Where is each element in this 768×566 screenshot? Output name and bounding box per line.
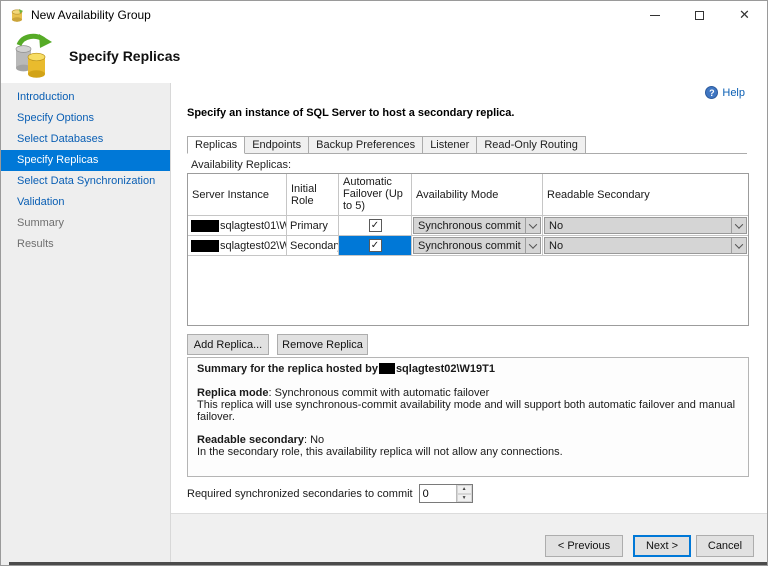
previous-button[interactable]: < Previous [545,535,623,557]
column-header-automatic-failover: Automatic Failover (Up to 5) [339,174,412,216]
replica-row-1: sqlagtest01\W19T1 Primary ✓ Synchronous … [188,216,748,236]
tab-strip: Replicas Endpoints Backup Preferences Li… [187,136,747,154]
next-button[interactable]: Next > [633,535,691,557]
replica-row-2: sqlagtest02\W19T1 Secondary ✓ Synchronou… [188,236,748,256]
maximize-icon [695,11,704,20]
wizard-footer: < Previous Next > Cancel [171,513,767,565]
initial-role-cell: Secondary [287,236,339,256]
automatic-failover-checkbox[interactable]: ✓ [369,219,382,232]
tab-read-only-routing[interactable]: Read-Only Routing [476,136,586,153]
redaction-box [191,220,219,232]
help-label: Help [722,87,745,99]
quorum-row: Required synchronized secondaries to com… [187,484,473,503]
chevron-down-icon[interactable] [525,218,540,233]
spin-up-button[interactable]: ▲ [457,485,472,494]
chevron-down-icon[interactable] [731,238,746,253]
close-button[interactable]: ✕ [722,1,767,29]
remove-replica-button[interactable]: Remove Replica [277,334,368,355]
wizard-steps-sidebar: Introduction Specify Options Select Data… [1,83,171,565]
server-instance-value: sqlagtest01\W19T1 [220,220,287,232]
server-instance-cell[interactable]: sqlagtest02\W19T1 [188,236,287,256]
column-header-availability-mode: Availability Mode [412,174,543,216]
cancel-button[interactable]: Cancel [696,535,754,557]
window-title: New Availability Group [31,8,151,22]
tab-listener[interactable]: Listener [422,136,477,153]
availability-mode-value: Synchronous commit [414,220,525,232]
help-link[interactable]: ? Help [705,86,745,99]
readable-secondary-label: Readable secondary [197,434,304,446]
page-title: Specify Replicas [69,48,180,64]
screen-edge-strip [9,562,767,565]
instruction-text: Specify an instance of SQL Server to hos… [187,107,514,119]
column-header-initial-role: Initial Role [287,174,339,216]
redaction-box [379,363,395,374]
help-icon: ? [705,86,718,99]
readable-secondary-value: No [545,220,731,232]
server-instance-value: sqlagtest02\W19T1 [220,240,287,252]
tab-endpoints[interactable]: Endpoints [244,136,309,153]
sidebar-item-introduction[interactable]: Introduction [1,87,170,108]
column-header-server-instance: Server Instance [188,174,287,216]
availability-replicas-grid: Server Instance Initial Role Automatic F… [187,173,749,326]
minimize-button[interactable] [632,1,677,29]
automatic-failover-cell[interactable]: ✓ [339,216,412,236]
readable-secondary-cell: No [543,236,748,256]
initial-role-cell: Primary [287,216,339,236]
automatic-failover-cell-selected[interactable]: ✓ [339,236,412,256]
wizard-header: Specify Replicas [1,29,767,83]
server-instance-cell[interactable]: sqlagtest01\W19T1 [188,216,287,236]
add-replica-button[interactable]: Add Replica... [187,334,269,355]
main-content: ? Help Specify an instance of SQL Server… [171,83,767,513]
replica-mode-label: Replica mode [197,387,269,399]
replica-summary-box: Summary for the replica hosted by sqlagte… [187,357,749,477]
sidebar-item-results: Results [1,234,170,255]
window-controls: ✕ [632,1,767,29]
sidebar-item-select-databases[interactable]: Select Databases [1,129,170,150]
readable-secondary-value: No [545,240,731,252]
summary-title: Summary for the replica hosted by sqlagte… [197,363,739,375]
sidebar-item-specify-options[interactable]: Specify Options [1,108,170,129]
title-bar: New Availability Group ✕ [1,1,767,29]
availability-mode-cell: Synchronous commit [412,216,543,236]
quorum-spinner: ▲ ▼ [419,484,473,503]
sidebar-item-validation[interactable]: Validation [1,192,170,213]
readable-secondary-dropdown[interactable]: No [544,237,747,254]
sidebar-item-select-data-synchronization[interactable]: Select Data Synchronization [1,171,170,192]
readable-secondary-section: Readable secondary: No In the secondary … [197,434,739,458]
replica-mode-value: : Synchronous commit with automatic fail… [269,387,490,399]
summary-title-host: sqlagtest02\W19T1 [396,363,495,375]
minimize-icon [650,15,660,16]
readable-secondary-value: : No [304,434,324,446]
chevron-down-icon[interactable] [731,218,746,233]
availability-replicas-label: Availability Replicas: [191,159,291,171]
quorum-label: Required synchronized secondaries to com… [187,488,413,500]
availability-mode-value: Synchronous commit [414,240,525,252]
readable-secondary-dropdown[interactable]: No [544,217,747,234]
column-header-readable-secondary: Readable Secondary [543,174,748,216]
spin-down-button[interactable]: ▼ [457,494,472,503]
grid-header-row: Server Instance Initial Role Automatic F… [188,174,748,216]
replicas-database-icon [11,33,55,79]
readable-secondary-description: In the secondary role, this availability… [197,446,739,458]
tab-backup-preferences[interactable]: Backup Preferences [308,136,423,153]
sidebar-item-summary: Summary [1,213,170,234]
tab-replicas[interactable]: Replicas [187,136,245,154]
readable-secondary-cell: No [543,216,748,236]
redaction-box [191,240,219,252]
close-icon: ✕ [739,7,750,23]
availability-mode-cell: Synchronous commit [412,236,543,256]
new-availability-group-window: New Availability Group ✕ Specify Replica… [0,0,768,566]
availability-mode-dropdown[interactable]: Synchronous commit [413,217,541,234]
availability-mode-dropdown[interactable]: Synchronous commit [413,237,541,254]
maximize-button[interactable] [677,1,722,29]
summary-title-prefix: Summary for the replica hosted by [197,363,378,375]
chevron-down-icon[interactable] [525,238,540,253]
automatic-failover-checkbox[interactable]: ✓ [369,239,382,252]
app-database-icon [9,7,25,23]
replica-mode-description: This replica will use synchronous-commit… [197,399,739,423]
replica-mode-section: Replica mode: Synchronous commit with au… [197,387,739,423]
quorum-input[interactable] [420,485,456,502]
sidebar-item-specify-replicas[interactable]: Specify Replicas [1,150,170,171]
